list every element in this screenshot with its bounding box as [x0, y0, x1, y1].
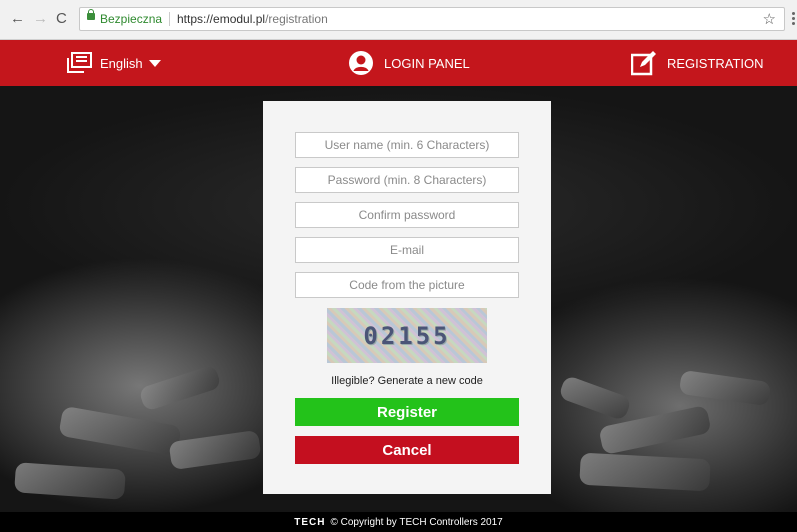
secure-label: Bezpieczna — [100, 12, 163, 26]
edit-icon — [631, 50, 657, 76]
user-circle-icon — [348, 50, 374, 76]
password-field[interactable] — [295, 167, 519, 193]
url-path: /registration — [265, 12, 328, 26]
captcha-text: 02155 — [363, 321, 451, 350]
language-selector[interactable]: English — [66, 40, 161, 86]
pellet — [579, 452, 711, 492]
registration-form: 02155 Illegible? Generate a new code Reg… — [263, 101, 551, 494]
username-field[interactable] — [295, 132, 519, 158]
url-divider — [169, 12, 170, 26]
generate-new-code-link[interactable]: Illegible? Generate a new code — [263, 375, 551, 387]
address-bar[interactable]: Bezpieczna https://emodul.pl/registratio… — [79, 7, 785, 31]
language-icon — [66, 52, 92, 74]
pellet — [58, 405, 182, 457]
login-panel-link[interactable]: LOGIN PANEL — [348, 40, 470, 86]
pellet — [138, 364, 222, 412]
url-text[interactable]: https://emodul.pl/registration — [177, 12, 328, 26]
captcha-image: 02155 — [327, 308, 487, 363]
caret-down-icon — [148, 59, 161, 67]
registration-label: REGISTRATION — [667, 55, 764, 71]
pellet — [558, 374, 632, 422]
site-header: English LOGIN PANEL REGISTRATION — [0, 40, 797, 86]
pellet — [678, 369, 772, 407]
browser-menu-icon[interactable] — [792, 12, 795, 27]
language-label: English — [100, 55, 143, 71]
pellet — [168, 429, 262, 471]
footer: TECH © Copyright by TECH Controllers 201… — [0, 512, 797, 532]
confirm-password-field[interactable] — [295, 202, 519, 228]
back-arrow-icon[interactable]: ← — [10, 10, 25, 28]
reload-icon[interactable]: C — [56, 10, 67, 28]
browser-toolbar: ← → C Bezpieczna https://emodul.pl/regis… — [0, 0, 797, 40]
url-host: https://emodul.pl — [177, 12, 266, 26]
captcha-code-field[interactable] — [295, 272, 519, 298]
register-button[interactable]: Register — [295, 398, 519, 426]
copyright-text: © Copyright by TECH Controllers 2017 — [330, 516, 503, 528]
tech-logo: TECH — [294, 516, 326, 528]
pellet — [14, 462, 126, 500]
cancel-button[interactable]: Cancel — [295, 436, 519, 464]
bookmark-star-icon[interactable]: ☆ — [763, 10, 776, 28]
lock-icon — [87, 9, 95, 20]
login-panel-label: LOGIN PANEL — [384, 55, 470, 71]
forward-arrow-icon[interactable]: → — [33, 10, 48, 28]
registration-link[interactable]: REGISTRATION — [631, 40, 764, 86]
email-field[interactable] — [295, 237, 519, 263]
